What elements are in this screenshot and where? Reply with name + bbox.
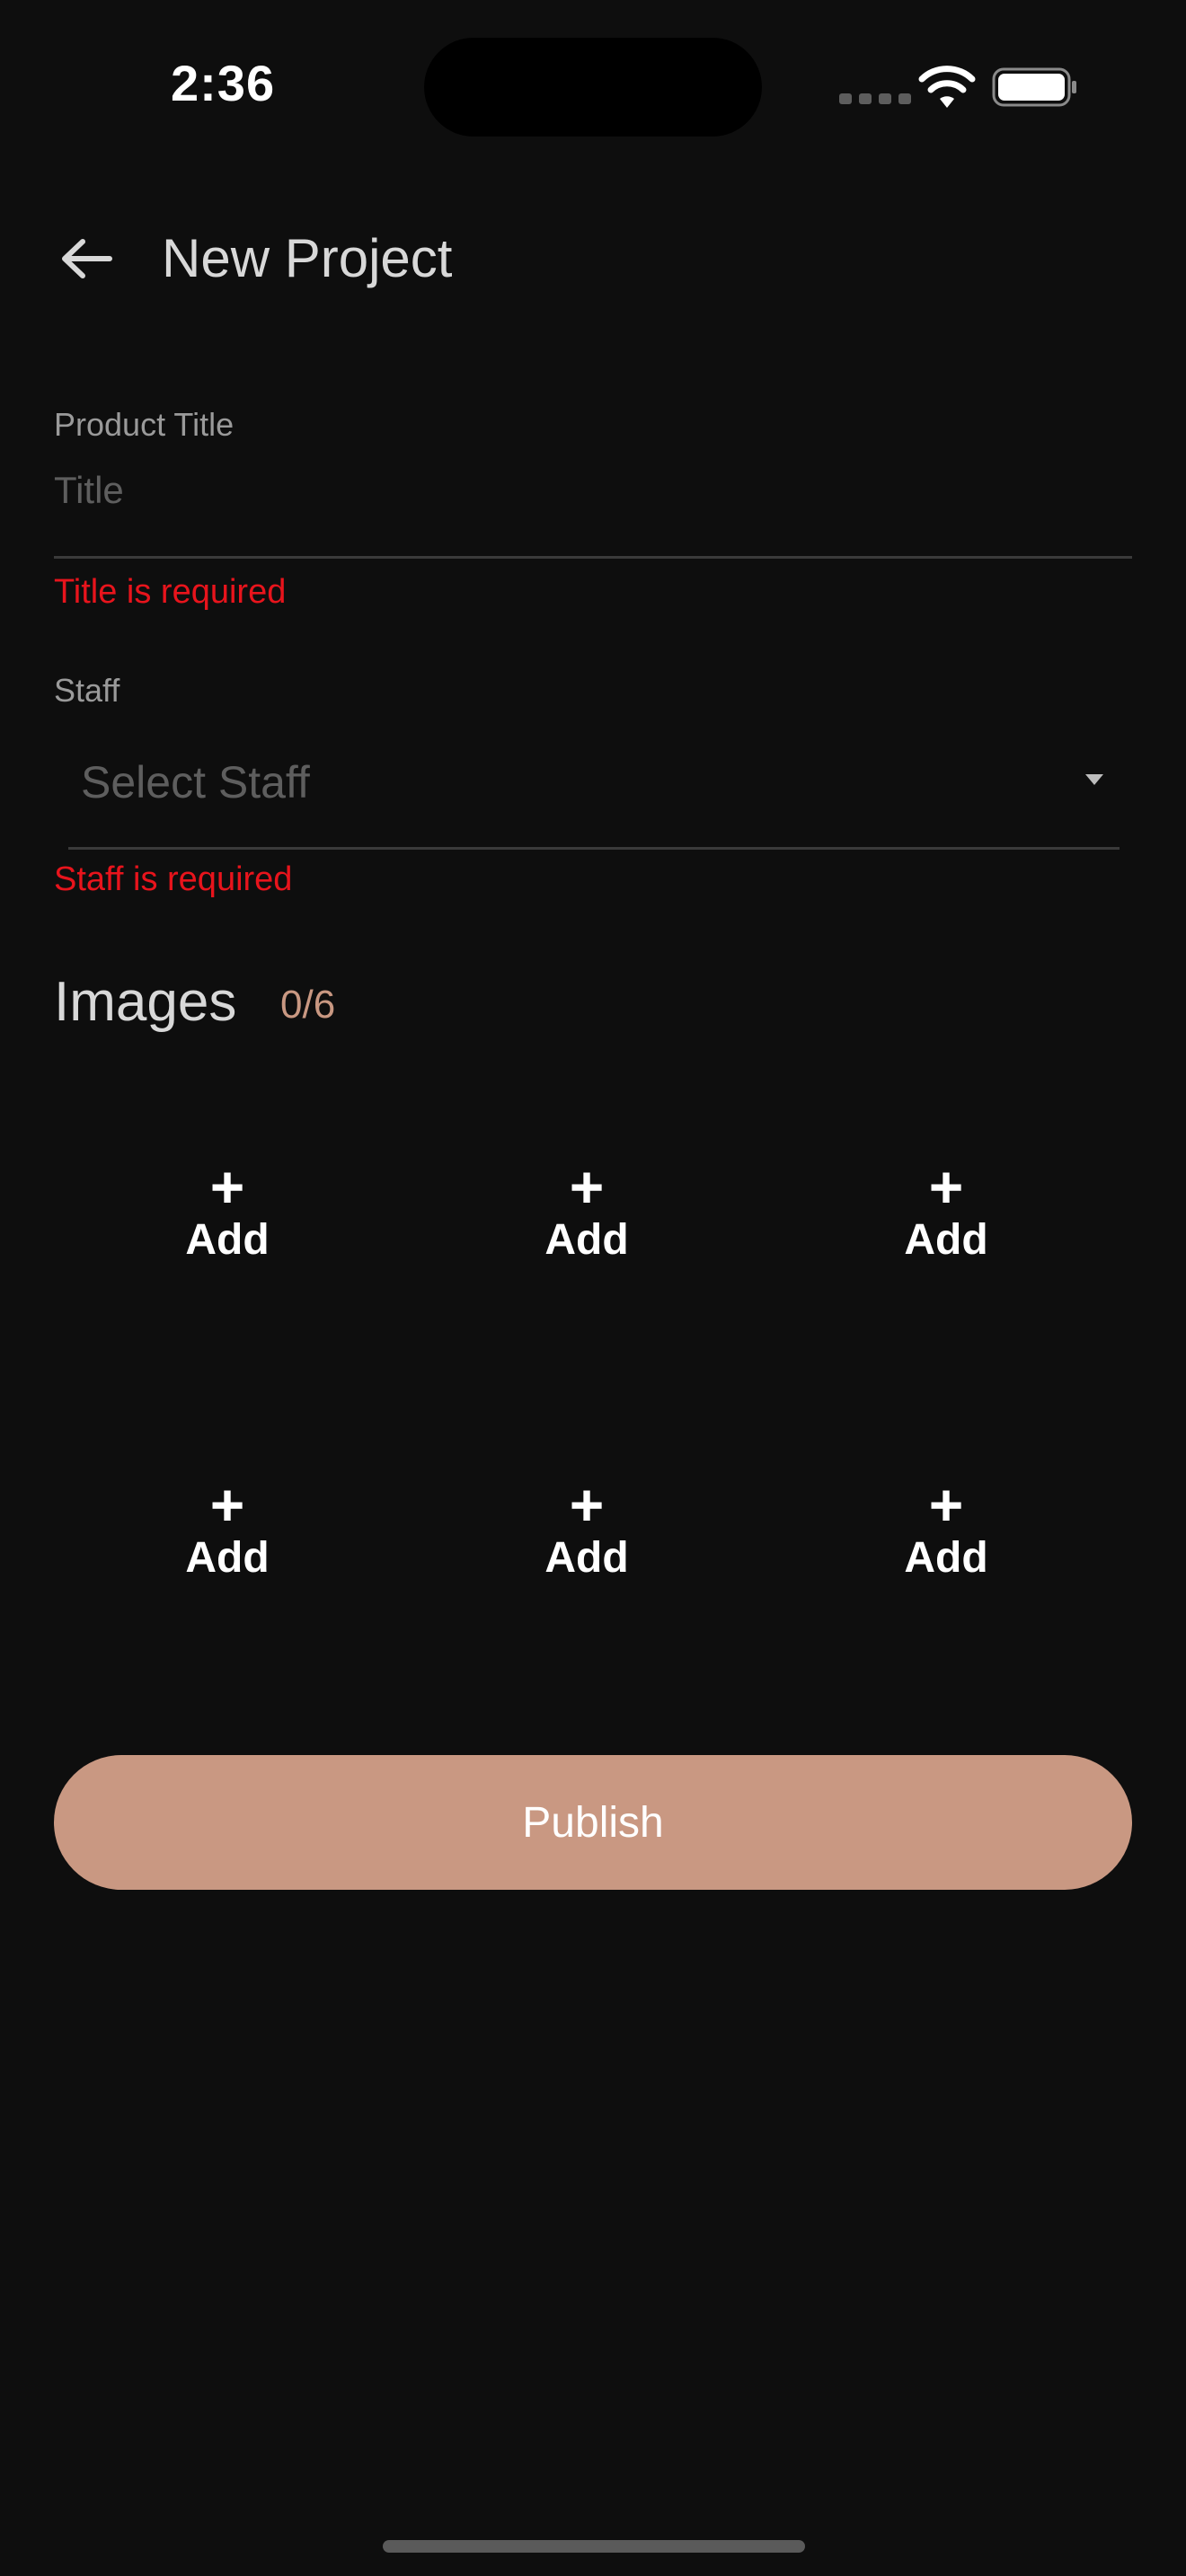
- cellular-signal-icon: [839, 93, 911, 104]
- images-section-title: Images: [54, 971, 237, 1033]
- images-count: 0/6: [280, 983, 336, 1027]
- plus-icon: +: [928, 1471, 964, 1538]
- dynamic-island: [424, 38, 762, 137]
- add-image-slot[interactable]: + Add: [84, 1153, 371, 1340]
- add-label: Add: [185, 1534, 270, 1582]
- plus-icon: +: [209, 1471, 245, 1538]
- staff-select-placeholder: Select Staff: [81, 757, 310, 807]
- add-label: Add: [904, 1534, 988, 1582]
- plus-icon: +: [209, 1153, 245, 1220]
- product-title-input[interactable]: [54, 460, 1132, 559]
- arrow-left-icon: [62, 239, 112, 278]
- publish-button[interactable]: Publish: [54, 1755, 1132, 1890]
- staff-label: Staff: [54, 672, 120, 709]
- product-title-label: Product Title: [54, 406, 235, 443]
- staff-error-text: Staff is required: [54, 860, 293, 898]
- add-label: Add: [544, 1534, 629, 1582]
- plus-icon: +: [569, 1471, 605, 1538]
- add-label: Add: [544, 1216, 629, 1264]
- plus-icon: +: [928, 1153, 964, 1220]
- plus-icon: +: [569, 1153, 605, 1220]
- add-image-slot[interactable]: + Add: [84, 1471, 371, 1658]
- add-label: Add: [185, 1216, 270, 1264]
- add-image-slot[interactable]: + Add: [802, 1153, 1090, 1340]
- battery-icon: [992, 67, 1076, 107]
- dropdown-arrow-icon: [1085, 774, 1103, 785]
- wifi-icon: [918, 66, 976, 108]
- title-error-text: Title is required: [54, 573, 287, 611]
- page-title: New Project: [162, 228, 453, 288]
- status-time: 2:36: [171, 55, 276, 111]
- add-label: Add: [904, 1216, 988, 1264]
- staff-select[interactable]: Select Staff: [68, 719, 1120, 850]
- back-button[interactable]: [54, 226, 119, 291]
- add-image-slot[interactable]: + Add: [443, 1153, 730, 1340]
- add-image-slot[interactable]: + Add: [802, 1471, 1090, 1658]
- home-indicator: [383, 2540, 805, 2553]
- add-image-slot[interactable]: + Add: [443, 1471, 730, 1658]
